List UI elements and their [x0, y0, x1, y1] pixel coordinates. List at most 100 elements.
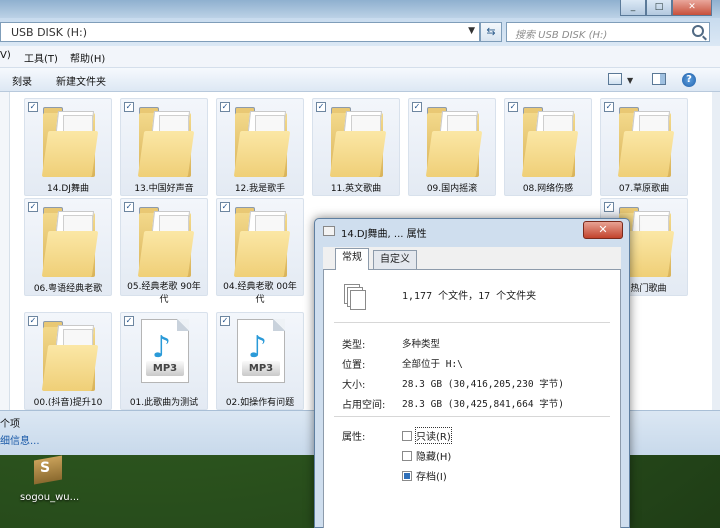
item-label: 00.(抖音)提升10 — [33, 398, 103, 408]
tab-customize[interactable]: 自定义 — [373, 250, 417, 269]
menu-bar: V) 工具(T) 帮助(H) — [0, 46, 720, 68]
item-checkbox[interactable]: ✓ — [220, 316, 230, 326]
folder-item[interactable]: ✓ 09.国内摇滚 — [408, 98, 496, 196]
mp3-tag: MP3 — [242, 361, 280, 376]
address-text: USB DISK (H:) — [11, 26, 88, 39]
item-checkbox[interactable]: ✓ — [124, 102, 134, 112]
nav-pane-edge — [0, 92, 10, 410]
menu-view[interactable]: V) — [0, 50, 11, 61]
item-checkbox[interactable]: ✓ — [124, 316, 134, 326]
item-label: 08.网络伤感 — [522, 184, 574, 194]
archive-checkbox[interactable]: 存档(I) — [402, 468, 447, 483]
search-placeholder: 搜索 USB DISK (H:) — [515, 30, 608, 41]
item-checkbox[interactable]: ✓ — [28, 202, 38, 212]
size-on-disk-value: 28.3 GB (30,425,841,664 字节) — [402, 399, 564, 410]
item-checkbox[interactable]: ✓ — [220, 202, 230, 212]
maximize-button[interactable]: □ — [646, 0, 672, 16]
folder-item[interactable]: ✓ 08.网络伤感 — [504, 98, 592, 196]
folder-icon — [521, 107, 579, 177]
search-input[interactable]: 搜索 USB DISK (H:) — [506, 22, 710, 42]
menu-tools[interactable]: 工具(T) — [24, 50, 58, 65]
chevron-down-icon[interactable]: ▼ — [468, 26, 475, 36]
folder-icon — [233, 107, 291, 177]
hidden-checkbox[interactable]: 隐藏(H) — [402, 448, 451, 463]
attributes-label: 属性: — [342, 432, 366, 443]
item-checkbox[interactable]: ✓ — [220, 102, 230, 112]
type-label: 类型: — [342, 340, 366, 351]
folder-icon — [617, 107, 675, 177]
item-checkbox[interactable]: ✓ — [604, 202, 614, 212]
general-panel: 1,177 个文件，17 个文件夹 类型: 多种类型 位置: 全部位于 H:\ … — [323, 269, 621, 528]
size-on-disk-label: 占用空间: — [342, 400, 386, 411]
close-button[interactable]: ✕ — [672, 0, 712, 16]
item-label: 13.中国好声音 — [134, 184, 194, 194]
item-checkbox[interactable]: ✓ — [28, 316, 38, 326]
folder-icon — [41, 207, 99, 277]
dialog-title: 14.DJ舞曲, ... 属性 — [341, 229, 427, 240]
item-label: 11.英文歌曲 — [330, 184, 382, 194]
dialog-close-button[interactable]: ✕ — [583, 221, 623, 239]
item-checkbox[interactable]: ✓ — [124, 202, 134, 212]
status-details-link[interactable]: 细信息... — [0, 432, 40, 447]
readonly-label: 只读(R) — [415, 427, 452, 444]
status-count: 个项 — [0, 419, 20, 430]
sogou-desktop-icon[interactable]: S — [28, 455, 68, 488]
folder-item[interactable]: ✓ 06.粤语经典老歌 — [24, 198, 112, 296]
item-checkbox[interactable]: ✓ — [28, 102, 38, 112]
mp3-item[interactable]: ✓ ♪ MP3 02.如操作有问题 — [216, 312, 304, 410]
item-label: 09.国内摇滚 — [426, 184, 478, 194]
help-icon[interactable]: ? — [682, 73, 696, 87]
item-label: 05.经典老歌 90年代 — [127, 282, 201, 305]
folder-item[interactable]: ✓ 12.我是歌手 — [216, 98, 304, 196]
item-checkbox[interactable]: ✓ — [412, 102, 422, 112]
explorer-titlebar: _ □ ✕ — [0, 0, 720, 18]
type-value: 多种类型 — [402, 339, 441, 350]
minimize-button[interactable]: _ — [620, 0, 646, 16]
folder-item[interactable]: ✓ 00.(抖音)提升10 — [24, 312, 112, 410]
folder-item[interactable]: ✓ 07.草原歌曲 — [600, 98, 688, 196]
folder-item[interactable]: ✓ 14.DJ舞曲 — [24, 98, 112, 196]
address-row: USB DISK (H:) ▼ ⇆ 搜索 USB DISK (H:) — [0, 18, 720, 46]
folder-item[interactable]: ✓ 05.经典老歌 90年代 — [120, 198, 208, 305]
desktop-icon-label[interactable]: sogou_wu... — [20, 492, 79, 503]
item-label: 01.此歌曲为测试 — [129, 398, 199, 408]
folder-item[interactable]: ✓ 04.经典老歌 00年代 — [216, 198, 304, 305]
folder-icon — [425, 107, 483, 177]
item-checkbox[interactable]: ✓ — [316, 102, 326, 112]
address-bar[interactable]: USB DISK (H:) ▼ — [0, 22, 480, 42]
new-folder-button[interactable]: 新建文件夹 — [56, 73, 106, 88]
chevron-down-icon[interactable]: ▼ — [627, 76, 641, 88]
mp3-item[interactable]: ✓ ♪ MP3 01.此歌曲为测试 — [120, 312, 208, 410]
location-label: 位置: — [342, 360, 366, 371]
command-toolbar: 刻录 新建文件夹 ▼ ? — [0, 68, 720, 92]
burn-button[interactable]: 刻录 — [12, 73, 32, 88]
preview-pane-icon[interactable] — [652, 73, 666, 85]
size-value: 28.3 GB (30,416,205,230 字节) — [402, 379, 564, 390]
folder-icon — [137, 107, 195, 177]
item-label: 07.草原歌曲 — [618, 184, 670, 194]
folder-item[interactable]: ✓ 11.英文歌曲 — [312, 98, 400, 196]
readonly-checkbox[interactable]: 只读(R) — [402, 427, 452, 444]
folder-icon — [329, 107, 387, 177]
refresh-icon[interactable]: ⇆ — [480, 22, 502, 42]
folder-icon — [41, 107, 99, 177]
multiple-files-icon — [344, 284, 366, 310]
properties-dialog: 14.DJ舞曲, ... 属性 ✕ 常规 自定义 1,177 个文件，17 个文… — [314, 218, 630, 528]
vertical-scrollbar[interactable] — [712, 92, 720, 410]
folder-icon — [233, 207, 291, 277]
item-checkbox[interactable]: ✓ — [604, 102, 614, 112]
items-summary: 1,177 个文件，17 个文件夹 — [402, 291, 537, 302]
menu-help[interactable]: 帮助(H) — [70, 50, 105, 65]
tab-general[interactable]: 常规 — [335, 248, 369, 270]
archive-label: 存档(I) — [416, 472, 447, 483]
folder-item[interactable]: ✓ 13.中国好声音 — [120, 98, 208, 196]
hidden-label: 隐藏(H) — [416, 452, 452, 463]
item-checkbox[interactable]: ✓ — [508, 102, 518, 112]
divider — [334, 416, 610, 417]
folder-icon — [137, 207, 195, 277]
size-label: 大小: — [342, 380, 366, 391]
location-value: 全部位于 H:\ — [402, 359, 463, 370]
item-label: 02.如操作有问题 — [225, 398, 295, 408]
item-label: 06.粤语经典老歌 — [33, 284, 103, 294]
views-icon[interactable] — [608, 73, 622, 85]
